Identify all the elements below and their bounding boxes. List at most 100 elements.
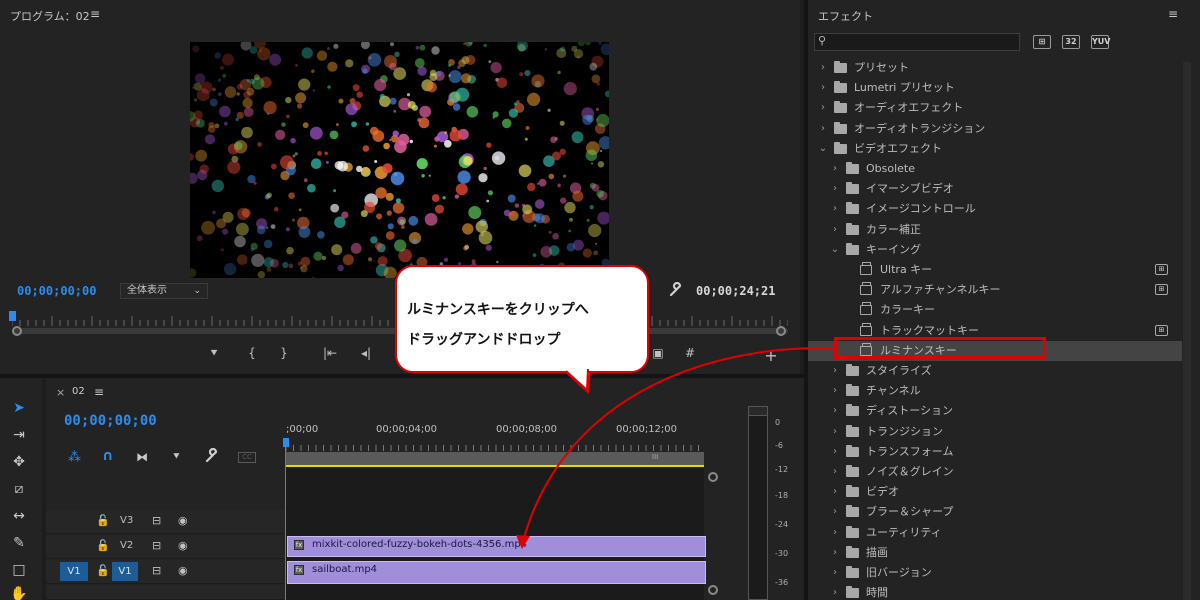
chevron-right-icon[interactable]: › bbox=[830, 381, 840, 401]
chevron-down-icon[interactable]: ⌄ bbox=[830, 240, 840, 260]
source-patch-v1[interactable]: V1 bbox=[60, 562, 88, 581]
scroll-handle-top[interactable] bbox=[708, 472, 718, 482]
add-marker-icon[interactable]: ⯆ bbox=[172, 450, 181, 464]
chevron-right-icon[interactable]: › bbox=[830, 462, 840, 482]
effects-search-input[interactable]: ⚲ bbox=[814, 33, 1020, 51]
sync-lock-icon[interactable]: ⊟ bbox=[152, 539, 161, 552]
effect-item[interactable]: カラーキー bbox=[808, 300, 1182, 320]
chevron-right-icon[interactable]: › bbox=[830, 422, 840, 442]
track-name[interactable]: V1 bbox=[112, 562, 138, 581]
chevron-right-icon[interactable]: › bbox=[830, 583, 840, 600]
chevron-right-icon[interactable]: › bbox=[818, 119, 828, 139]
mark-out-icon[interactable]: } bbox=[274, 346, 294, 360]
sequence-tab[interactable]: 02 bbox=[72, 386, 85, 397]
sync-lock-icon[interactable]: ⊟ bbox=[152, 514, 161, 527]
lock-icon[interactable]: 🔓 bbox=[96, 514, 110, 527]
folder-item[interactable]: › ブラー＆シャープ bbox=[808, 502, 1182, 522]
work-area-grip[interactable]: III bbox=[652, 453, 658, 461]
folder-item[interactable]: › ユーティリティ bbox=[808, 523, 1182, 543]
pen-tool-icon[interactable]: ✎ bbox=[8, 533, 30, 553]
timeline-playhead-head[interactable] bbox=[283, 438, 289, 447]
eye-icon[interactable]: ◉ bbox=[178, 514, 188, 527]
playhead-timecode[interactable]: 00;00;00;00 bbox=[17, 284, 96, 298]
audio-meter-peak[interactable] bbox=[748, 406, 768, 416]
panel-menu-icon[interactable]: ≡ bbox=[94, 385, 104, 399]
eye-icon[interactable]: ◉ bbox=[178, 564, 188, 577]
folder-item[interactable]: › イマーシブビデオ bbox=[808, 179, 1182, 199]
safe-margins-icon[interactable]: # bbox=[680, 346, 700, 360]
rectangle-tool-icon[interactable]: □ bbox=[8, 560, 30, 580]
fit-dropdown[interactable]: 全体表示 ⌄ bbox=[120, 283, 208, 299]
accelerated-effects-filter-icon[interactable]: ⊞ bbox=[1033, 35, 1051, 49]
panel-menu-icon[interactable]: ≡ bbox=[90, 7, 100, 21]
chevron-right-icon[interactable]: › bbox=[830, 563, 840, 583]
eye-icon[interactable]: ◉ bbox=[178, 539, 188, 552]
razor-tool-icon[interactable]: ⧄ bbox=[8, 479, 30, 499]
folder-item[interactable]: › カラー補正 bbox=[808, 220, 1182, 240]
wrench-icon[interactable] bbox=[668, 281, 684, 298]
add-button-icon[interactable]: + bbox=[761, 346, 781, 365]
lock-icon[interactable]: 🔓 bbox=[96, 539, 110, 552]
32bit-filter-icon[interactable]: 32 bbox=[1062, 35, 1080, 49]
wrench-icon[interactable] bbox=[204, 447, 220, 464]
nest-toggle-icon[interactable]: ⁂ bbox=[68, 450, 81, 465]
effect-item[interactable]: アルファチャンネルキー ⊞ bbox=[808, 280, 1182, 300]
folder-item[interactable]: › オーディオトランジション bbox=[808, 119, 1182, 139]
chevron-right-icon[interactable]: › bbox=[830, 159, 840, 179]
chevron-right-icon[interactable]: › bbox=[830, 482, 840, 502]
folder-item[interactable]: › 時間 bbox=[808, 583, 1182, 600]
work-area-bar[interactable]: III bbox=[286, 452, 704, 465]
chevron-right-icon[interactable]: › bbox=[818, 58, 828, 78]
chevron-right-icon[interactable]: › bbox=[830, 401, 840, 421]
program-monitor-title[interactable]: プログラム：02 bbox=[10, 8, 90, 24]
effect-item[interactable]: Ultra キー ⊞ bbox=[808, 260, 1182, 280]
folder-item[interactable]: › トランジション bbox=[808, 422, 1182, 442]
track-select-tool-icon[interactable]: ⇥ bbox=[8, 425, 30, 445]
chevron-right-icon[interactable]: › bbox=[830, 502, 840, 522]
folder-item[interactable]: › プリセット bbox=[808, 58, 1182, 78]
folder-item[interactable]: › ノイズ＆グレイン bbox=[808, 462, 1182, 482]
timeline-timecode[interactable]: 00;00;00;00 bbox=[64, 413, 157, 429]
timeline-playhead-line[interactable] bbox=[285, 445, 286, 600]
yuv-filter-icon[interactable]: YUV bbox=[1091, 35, 1110, 49]
folder-item[interactable]: ⌄ キーイング bbox=[808, 240, 1182, 260]
folder-item[interactable]: › Obsolete bbox=[808, 159, 1182, 179]
chevron-right-icon[interactable]: › bbox=[830, 543, 840, 563]
folder-item[interactable]: › Lumetri プリセット bbox=[808, 78, 1182, 98]
folder-item[interactable]: › ディストーション bbox=[808, 401, 1182, 421]
captions-icon[interactable]: CC bbox=[238, 452, 256, 463]
chevron-right-icon[interactable]: › bbox=[830, 199, 840, 219]
effects-panel-title[interactable]: エフェクト bbox=[818, 8, 873, 24]
close-icon[interactable]: × bbox=[56, 386, 65, 399]
zoom-handle-right[interactable] bbox=[776, 326, 786, 336]
sync-lock-icon[interactable]: ⊟ bbox=[152, 564, 161, 577]
go-to-in-icon[interactable]: |⇤ bbox=[320, 346, 340, 360]
selection-tool-icon[interactable]: ➤ bbox=[8, 398, 30, 418]
panel-menu-icon[interactable]: ≡ bbox=[1168, 7, 1178, 21]
folder-item[interactable]: › 描画 bbox=[808, 543, 1182, 563]
scroll-handle-bottom[interactable] bbox=[708, 585, 718, 595]
chevron-down-icon[interactable]: ⌄ bbox=[818, 139, 828, 159]
chevron-right-icon[interactable]: › bbox=[818, 78, 828, 98]
clip-v1[interactable]: fx sailboat.mp4 bbox=[287, 561, 706, 584]
timeline-ruler[interactable] bbox=[286, 437, 704, 453]
ripple-edit-tool-icon[interactable]: ✥ bbox=[8, 452, 30, 472]
chevron-right-icon[interactable]: › bbox=[830, 523, 840, 543]
folder-item[interactable]: › オーディオエフェクト bbox=[808, 98, 1182, 118]
chevron-right-icon[interactable]: › bbox=[830, 442, 840, 462]
track-name[interactable]: V3 bbox=[120, 515, 133, 526]
effects-scrollbar[interactable] bbox=[1183, 62, 1191, 600]
track-name[interactable]: V2 bbox=[120, 540, 133, 551]
timeline-vertical-scrollbar[interactable] bbox=[706, 467, 720, 600]
snap-icon[interactable]: ∩ bbox=[102, 448, 113, 464]
folder-item[interactable]: › 旧バージョン bbox=[808, 563, 1182, 583]
folder-item[interactable]: › トランスフォーム bbox=[808, 442, 1182, 462]
lock-icon[interactable]: 🔓 bbox=[96, 564, 110, 577]
folder-item[interactable]: › チャンネル bbox=[808, 381, 1182, 401]
chevron-right-icon[interactable]: › bbox=[818, 98, 828, 118]
slip-tool-icon[interactable]: ↔ bbox=[8, 506, 30, 526]
clip-v2[interactable]: fx mixkit-colored-fuzzy-bokeh-dots-4356.… bbox=[287, 536, 706, 557]
marker-icon[interactable]: ⯆ bbox=[204, 346, 224, 361]
folder-item[interactable]: › ビデオ bbox=[808, 482, 1182, 502]
hand-tool-icon[interactable]: ✋ bbox=[8, 584, 30, 600]
